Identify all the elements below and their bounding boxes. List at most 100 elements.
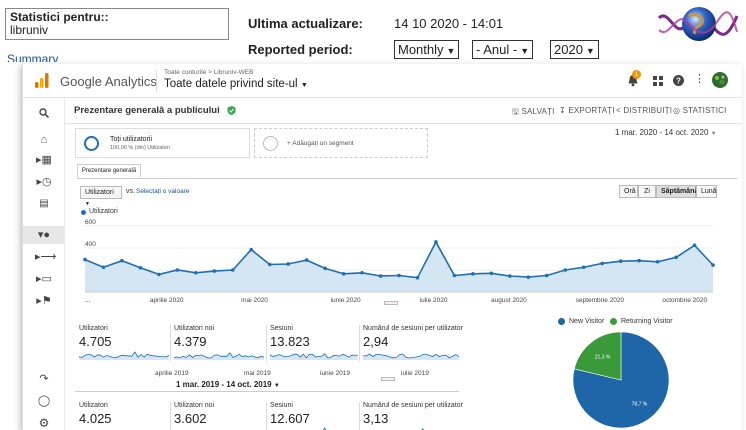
data-point[interactable] — [415, 275, 420, 280]
x-tick-label: mai 2020 — [241, 297, 268, 304]
granularity-month-button[interactable]: Lună — [696, 185, 717, 198]
year-anul-select[interactable]: - Anul - ▼ — [472, 40, 534, 59]
data-point[interactable] — [581, 265, 586, 270]
granularity-day-button[interactable]: Zi — [638, 185, 656, 198]
stats-for-box: Statistici pentru:: libruniv — [5, 8, 229, 40]
admin-gear-icon[interactable]: ⚙ — [35, 416, 53, 430]
metric-divider — [170, 402, 171, 430]
conversions-flag-icon[interactable]: ▸⚑ — [35, 294, 53, 308]
data-point[interactable] — [544, 273, 549, 278]
metric-value: 4.705 — [79, 334, 112, 349]
pie-slice-label: 78,7 % — [632, 401, 648, 407]
data-point[interactable] — [600, 261, 604, 266]
data-point[interactable] — [249, 247, 254, 252]
data-point[interactable] — [175, 268, 180, 272]
data-point[interactable] — [526, 275, 531, 279]
compare-range-selector[interactable]: 1 mar. 2019 - 14 oct. 2019 ▼ — [176, 380, 280, 389]
data-point[interactable] — [341, 272, 346, 276]
breadcrumb[interactable]: Toate conturile > Libruniv-WEB — [164, 69, 253, 76]
data-point[interactable] — [471, 272, 475, 276]
data-point[interactable] — [212, 269, 217, 273]
y-tick-label: 600 — [85, 219, 96, 226]
data-point[interactable] — [618, 259, 623, 263]
ga-sidebar: ⌂ ▸▦ ▸◷ ▤ ▾● ▸⟶ ▸▭ ▸⚑ ↷ ◯ ⚙ — [23, 98, 65, 430]
help-icon[interactable]: ? — [673, 75, 684, 86]
select-metric-link[interactable]: Selectați o valoare — [136, 188, 189, 195]
acquisition-icon[interactable]: ▸⟶ — [35, 250, 56, 264]
chevron-down-icon: ▼ — [520, 46, 530, 56]
spark-resize-handle[interactable] — [381, 377, 395, 381]
discover-lightbulb-icon[interactable]: ◯ — [35, 394, 53, 408]
search-icon[interactable] — [39, 108, 49, 118]
data-point[interactable] — [267, 262, 272, 267]
segment-card-all-users[interactable]: Toți utilizatorii 100,00 % (din) Utiliza… — [75, 128, 250, 158]
data-point[interactable] — [434, 240, 438, 244]
metric-select-value: Utilizatori — [85, 189, 114, 196]
data-point[interactable] — [563, 268, 568, 272]
data-point[interactable] — [138, 266, 143, 270]
granularity-week-button[interactable]: Săptămână — [656, 185, 698, 198]
data-point[interactable] — [120, 258, 124, 263]
data-point[interactable] — [489, 271, 494, 276]
data-point[interactable] — [655, 259, 660, 264]
data-point[interactable] — [711, 263, 715, 267]
insights-button[interactable]: ◎ STATISTICI — [673, 106, 727, 115]
segment-circle-icon — [84, 136, 99, 151]
stats-for-label: Statistici pentru:: — [10, 10, 109, 24]
customization-icon[interactable]: ▸▦ — [35, 153, 53, 167]
avatar[interactable] — [712, 72, 728, 88]
attribution-icon[interactable]: ↷ — [35, 372, 53, 386]
behavior-icon[interactable]: ▸▭ — [35, 272, 53, 286]
x-tick-label: ... — [85, 297, 91, 304]
save-label: SALVAȚI — [521, 107, 555, 116]
date-range-picker[interactable]: 1 mar. 2020 - 14 oct. 2020 ▼ — [615, 128, 717, 137]
granularity-hour-button[interactable]: Oră — [619, 185, 638, 198]
period-select[interactable]: Monthly ▼ — [394, 40, 460, 59]
segment-sub: 100,00 % (din) Utilizatori — [110, 145, 170, 151]
more-vert-icon[interactable]: ⋮ — [694, 73, 705, 85]
year-select[interactable]: 2020 ▼ — [550, 40, 599, 59]
share-button[interactable]: < DISTRIBUIȚI — [616, 106, 672, 115]
add-segment-button[interactable]: + Adăugați un segment — [254, 128, 428, 158]
sparkline-area — [363, 354, 459, 360]
summary-link[interactable]: Summary — [7, 52, 58, 62]
apps-grid-icon[interactable] — [653, 76, 663, 86]
home-icon[interactable]: ⌂ — [35, 133, 53, 147]
chart-resize-handle[interactable] — [384, 301, 398, 305]
data-point[interactable] — [378, 274, 383, 278]
data-point[interactable] — [692, 243, 697, 248]
save-button[interactable]: 🖫 SALVAȚI — [512, 106, 555, 120]
data-point[interactable] — [101, 265, 106, 270]
metric-label: Utilizatori — [79, 402, 108, 409]
header-divider — [156, 70, 157, 92]
x-tick-label: septembrie 2020 — [576, 297, 625, 304]
data-point[interactable] — [286, 262, 290, 266]
metric-select[interactable]: Utilizatori ▼ — [80, 186, 122, 207]
metric-divider — [266, 402, 267, 430]
data-point[interactable] — [397, 273, 401, 278]
data-point[interactable] — [674, 255, 678, 260]
data-point[interactable] — [637, 258, 641, 263]
data-point[interactable] — [508, 274, 512, 278]
page-title: Prezentare generală a publicului — [74, 105, 220, 116]
metric-label: Sesiuni — [270, 325, 293, 332]
data-point[interactable] — [360, 270, 364, 275]
data-point[interactable] — [194, 270, 198, 275]
export-button[interactable]: ↧ EXPORTAȚI — [559, 106, 615, 115]
tab-overview[interactable]: Prezentare generală — [77, 164, 141, 178]
data-point[interactable] — [452, 273, 457, 278]
realtime-icon[interactable]: ▸◷ — [35, 175, 53, 189]
data-point[interactable] — [83, 257, 87, 262]
data-point[interactable] — [304, 258, 309, 262]
metric-label: Sesiuni — [270, 402, 293, 409]
reports-doc-icon[interactable]: ▤ — [35, 197, 53, 211]
data-point[interactable] — [230, 268, 235, 272]
data-point[interactable] — [323, 266, 327, 271]
year-anul-value: - Anul - — [476, 42, 518, 57]
audience-icon[interactable]: ▾● — [35, 228, 53, 242]
property-selector[interactable]: Toate datele privind site-ul ▼ — [164, 78, 308, 90]
legend-new-visitor: New Visitor — [569, 318, 605, 325]
tab-underline — [77, 178, 737, 179]
data-point[interactable] — [157, 272, 161, 277]
spark-axis-tick: mai 2019 — [244, 370, 271, 377]
